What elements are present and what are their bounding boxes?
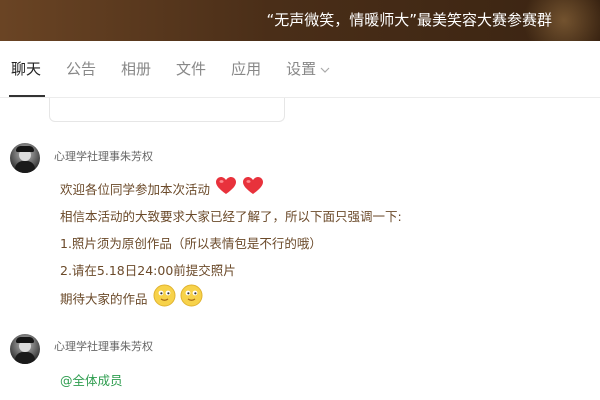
tab-announcement[interactable]: 公告 <box>66 41 96 98</box>
sender-name[interactable]: 心理学社理事朱芳权 <box>54 148 153 164</box>
chevron-down-icon <box>320 41 330 98</box>
group-title: “无声微笑，情暖师大”最美笑容大赛参赛群 <box>266 11 552 29</box>
heart-icon <box>242 176 264 205</box>
tab-album[interactable]: 相册 <box>121 41 151 98</box>
message-line: 相信本活动的大致要求大家已经了解了，所以下面只强调一下: <box>60 209 402 224</box>
heart-icon <box>215 176 237 205</box>
sender-name[interactable]: 心理学社理事朱芳权 <box>54 338 153 354</box>
previous-message-card <box>49 98 285 122</box>
message-line: 2.请在5.18日24:00前提交照片 <box>60 263 236 278</box>
tab-chat[interactable]: 聊天 <box>8 41 46 98</box>
message-line-text: 期待大家的作品 <box>60 291 148 307</box>
message-line: 1.照片须为原创作品（所以表情包是不行的哦） <box>60 236 322 251</box>
message-content: 欢迎各位同学参加本次活动 相信本活动的大致要求大家已经了解了，所以下面只强调一下… <box>60 176 402 311</box>
group-header: “无声微笑，情暖师大”最美笑容大赛参赛群 <box>0 0 600 41</box>
smiley-icon <box>153 284 176 316</box>
tab-settings[interactable]: 设置 <box>286 41 330 98</box>
message-line: 欢迎各位同学参加本次活动 <box>60 176 402 203</box>
avatar[interactable] <box>10 143 40 173</box>
tab-apps[interactable]: 应用 <box>231 41 261 98</box>
avatar[interactable] <box>10 334 40 364</box>
message-line-text: 欢迎各位同学参加本次活动 <box>60 182 211 197</box>
tab-files[interactable]: 文件 <box>176 41 206 98</box>
smiley-icon <box>180 284 203 316</box>
tab-settings-label: 设置 <box>286 59 317 78</box>
tab-bar: 聊天 公告 相册 文件 应用 设置 <box>0 41 600 98</box>
mention-all-members-link[interactable]: @全体成员 <box>60 373 123 388</box>
message-content: @全体成员 <box>60 370 123 389</box>
message-line: 期待大家的作品 <box>60 284 402 311</box>
